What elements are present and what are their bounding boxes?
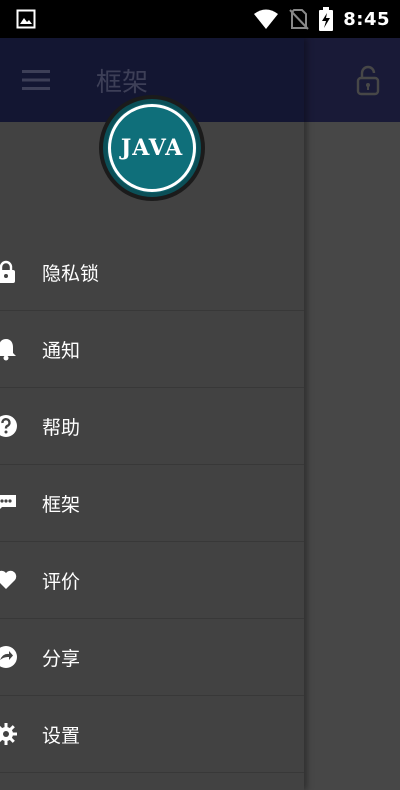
menu-item-rate[interactable]: 评价: [0, 542, 304, 619]
menu-item-label: 通知: [42, 339, 81, 362]
lock-icon: [0, 260, 15, 283]
menu-item-help[interactable]: 帮助: [0, 388, 304, 465]
image-icon: [16, 9, 36, 29]
avatar-ring: JAVA: [103, 99, 201, 197]
menu-item-settings[interactable]: 设置: [0, 696, 304, 773]
battery-charging-icon: [319, 7, 334, 31]
menu-item-share[interactable]: 分享: [0, 619, 304, 696]
help-icon: [0, 415, 17, 437]
navigation-drawer: 框架 JAVA 隐私锁 通知 帮助 框架 评价 分享 设置: [0, 38, 304, 790]
no-sim-icon: [289, 9, 309, 30]
menu-item-label: 帮助: [42, 416, 81, 439]
menu-item-label: 隐私锁: [42, 262, 100, 285]
avatar[interactable]: JAVA: [99, 95, 205, 201]
gear-icon: [0, 723, 17, 745]
chat-icon: [0, 495, 16, 509]
avatar-disc: JAVA: [108, 104, 196, 192]
menu-item-privacy-lock[interactable]: 隐私锁: [0, 234, 304, 311]
avatar-text: JAVA: [120, 135, 184, 161]
status-bar: 8:45: [0, 0, 400, 38]
menu-item-framework[interactable]: 框架: [0, 465, 304, 542]
status-time: 8:45: [343, 8, 390, 30]
menu-item-label: 分享: [42, 647, 81, 670]
drawer-title: 框架: [96, 68, 149, 98]
menu-item-notifications[interactable]: 通知: [0, 311, 304, 388]
bell-icon: [0, 339, 16, 361]
hamburger-icon[interactable]: [22, 68, 50, 92]
share-icon: [0, 646, 17, 668]
heart-icon: [0, 570, 17, 589]
screen: 8:45 框架 JAVA 隐私锁 通知 帮助 框架 评价 分享 设置: [0, 0, 400, 790]
menu-item-label: 框架: [42, 493, 81, 516]
wifi-icon: [254, 9, 279, 29]
status-icons: 8:45: [253, 6, 390, 32]
menu-item-label: 设置: [42, 724, 81, 747]
menu-item-label: 评价: [42, 570, 81, 593]
drawer-menu: 隐私锁 通知 帮助 框架 评价 分享 设置: [0, 234, 304, 773]
